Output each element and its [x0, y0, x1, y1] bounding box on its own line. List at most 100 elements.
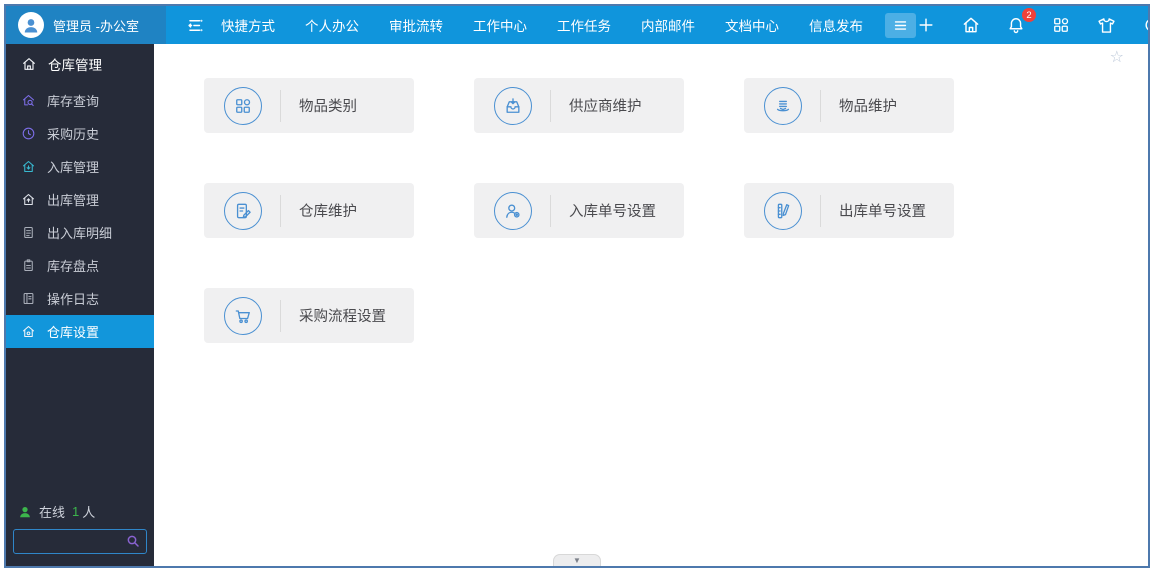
chevron-down-icon: ▼ [573, 555, 581, 565]
sidebar-item-label: 出库管理 [47, 193, 100, 208]
card-warehouse-maintenance[interactable]: 仓库维护 [204, 183, 414, 238]
document-edit-icon [224, 191, 262, 230]
sidebar-module-label: 仓库管理 [48, 58, 102, 73]
sidebar-item-inout-detail[interactable]: 出入库明细 [6, 216, 154, 249]
sidebar: 仓库管理 库存查询 采购历史 入库管理 出库管理 出入库明细 库存盘点 操作日志… [6, 44, 154, 566]
card-label: 物品维护 [839, 99, 897, 115]
sidebar-module-warehouse-management[interactable]: 仓库管理 [6, 44, 154, 84]
card-outbound-number-settings[interactable]: 出库单号设置 [744, 183, 954, 238]
clipboard-icon [21, 258, 36, 273]
theme-button[interactable] [1096, 15, 1117, 36]
house-arrow-in-icon [21, 159, 36, 174]
add-button[interactable] [916, 15, 936, 35]
apps-grid-icon [1054, 18, 1069, 32]
nav-more-toggle[interactable] [885, 12, 916, 38]
home-button[interactable] [961, 15, 981, 35]
topbar: 管理员 -办公室 快捷方式 个人办公 审批流转 工作中心 工作任务 内部邮件 文… [6, 6, 1148, 44]
card-item-category[interactable]: 物品类别 [204, 78, 414, 133]
inventory-search-icon [21, 93, 36, 108]
sidebar-item-purchase-history[interactable]: 采购历史 [6, 117, 154, 150]
sidebar-item-inventory-query[interactable]: 库存查询 [6, 84, 154, 117]
power-icon [1145, 19, 1148, 31]
topbar-main: 快捷方式 个人办公 审批流转 工作中心 工作任务 内部邮件 文档中心 信息发布 [166, 6, 1148, 44]
layers-hand-icon [764, 86, 802, 125]
document-lines-icon [21, 225, 36, 240]
user-avatar-icon [18, 12, 44, 38]
online-unit: 人 [82, 505, 96, 520]
card-supplier-maintenance[interactable]: 供应商维护 [474, 78, 684, 133]
card-divider [280, 299, 281, 332]
panel-collapse-tab[interactable]: ▼ [553, 554, 601, 566]
online-count: 1 [72, 504, 80, 519]
card-inbound-number-settings[interactable]: 入库单号设置 [474, 183, 684, 238]
house-arrow-out-icon [21, 192, 36, 207]
online-status: 在线 1 人 [18, 502, 142, 521]
tshirt-icon [1098, 17, 1115, 33]
sidebar-item-inbound-management[interactable]: 入库管理 [6, 150, 154, 183]
sidebar-item-label: 操作日志 [47, 292, 100, 307]
body-layout: 仓库管理 库存查询 采购历史 入库管理 出库管理 出入库明细 库存盘点 操作日志… [6, 44, 1148, 566]
clock-icon [21, 126, 36, 141]
card-label: 仓库维护 [299, 204, 357, 220]
apps-button[interactable] [1051, 15, 1071, 35]
sidebar-collapse-icon[interactable] [186, 16, 205, 35]
inbox-download-icon [494, 86, 532, 125]
sidebar-item-warehouse-settings[interactable]: 仓库设置 [6, 315, 154, 348]
nav-item-shortcuts[interactable]: 快捷方式 [221, 15, 275, 35]
card-label: 采购流程设置 [299, 309, 386, 325]
settings-card-grid: 物品类别 供应商维护 物品维护 仓库维护 入库单号设置 出库单号设置 采购流程设… [154, 44, 1148, 343]
card-divider [550, 194, 551, 227]
search-icon[interactable] [125, 533, 141, 554]
sidebar-item-label: 库存盘点 [47, 259, 100, 274]
main-content: ☆ 物品类别 供应商维护 物品维护 仓库维护 入库单号设置 出库单号设置 采购流… [154, 44, 1148, 566]
sidebar-item-label: 采购历史 [47, 127, 100, 142]
notification-badge: 2 [1022, 8, 1036, 22]
card-label: 出库单号设置 [839, 204, 926, 220]
sidebar-item-stocktake[interactable]: 库存盘点 [6, 249, 154, 282]
card-purchase-flow-settings[interactable]: 采购流程设置 [204, 288, 414, 343]
topbar-nav: 快捷方式 个人办公 审批流转 工作中心 工作任务 内部邮件 文档中心 信息发布 [221, 15, 863, 35]
favorite-star-icon[interactable]: ☆ [1110, 50, 1124, 66]
user-gear-icon [494, 191, 532, 230]
logout-button[interactable] [1142, 15, 1148, 35]
sidebar-bottom: 在线 1 人 [6, 502, 154, 566]
card-label: 入库单号设置 [569, 204, 656, 220]
card-item-maintenance[interactable]: 物品维护 [744, 78, 954, 133]
warehouse-icon [21, 56, 37, 72]
online-label: 在线 [39, 505, 66, 520]
nav-item-work-tasks[interactable]: 工作任务 [557, 15, 611, 35]
nav-item-personal-office[interactable]: 个人办公 [305, 15, 359, 35]
sidebar-item-operation-log[interactable]: 操作日志 [6, 282, 154, 315]
nav-item-work-center[interactable]: 工作中心 [473, 15, 527, 35]
home-icon [963, 17, 979, 33]
sidebar-item-label: 库存查询 [47, 94, 100, 109]
hamburger-icon [894, 20, 907, 30]
sidebar-item-label: 入库管理 [47, 160, 100, 175]
nav-item-internal-mail[interactable]: 内部邮件 [641, 15, 695, 35]
online-user-icon [20, 506, 30, 517]
warehouse-settings-icon [21, 324, 36, 339]
plus-icon [919, 18, 933, 32]
log-book-icon [21, 291, 36, 306]
card-divider [280, 194, 281, 227]
sidebar-item-label: 出入库明细 [47, 226, 113, 241]
card-divider [550, 89, 551, 122]
nav-item-info-publish[interactable]: 信息发布 [809, 15, 863, 35]
card-divider [820, 89, 821, 122]
nav-item-approval-flow[interactable]: 审批流转 [389, 15, 443, 35]
card-label: 物品类别 [299, 99, 357, 115]
shopping-cart-icon [224, 296, 262, 335]
card-label: 供应商维护 [569, 99, 642, 115]
sidebar-search [13, 529, 147, 554]
card-divider [280, 89, 281, 122]
nav-item-document-center[interactable]: 文档中心 [725, 15, 779, 35]
ruler-pencil-icon [764, 191, 802, 230]
card-divider [820, 194, 821, 227]
app-window: 管理员 -办公室 快捷方式 个人办公 审批流转 工作中心 工作任务 内部邮件 文… [4, 4, 1150, 568]
sidebar-item-outbound-management[interactable]: 出库管理 [6, 183, 154, 216]
user-area[interactable]: 管理员 -办公室 [6, 6, 166, 44]
notifications-button[interactable]: 2 [1006, 8, 1036, 35]
sidebar-item-label: 仓库设置 [47, 325, 100, 340]
category-grid-icon [224, 86, 262, 125]
topbar-icons: 2 [916, 8, 1148, 36]
